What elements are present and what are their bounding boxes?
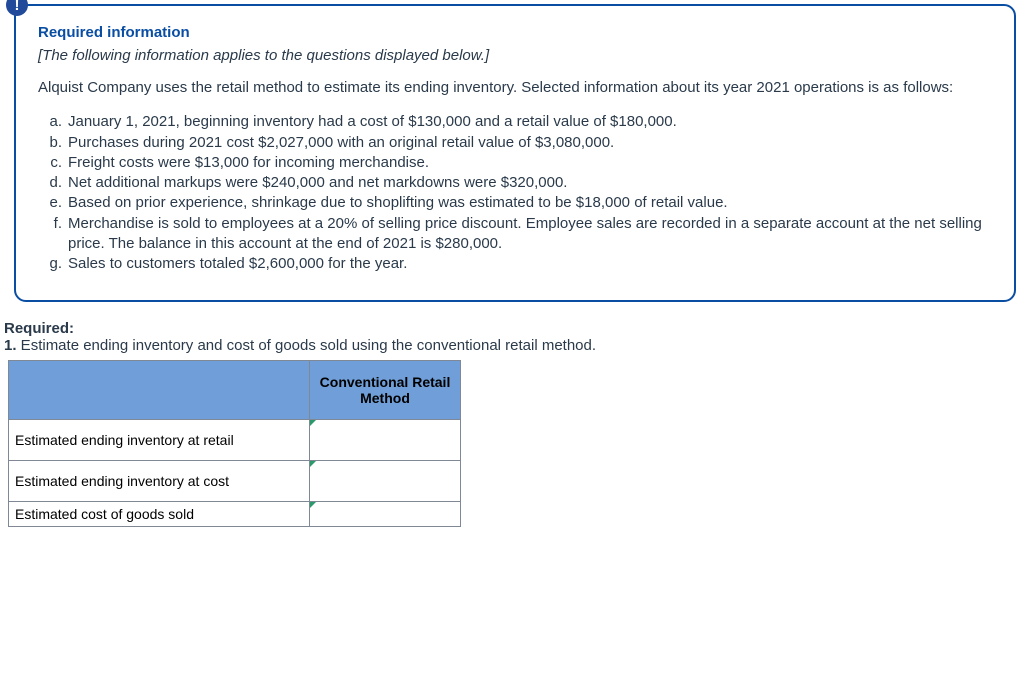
- list-item: a.January 1, 2021, beginning inventory h…: [40, 112, 992, 132]
- question-text: Estimate ending inventory and cost of go…: [17, 337, 597, 354]
- facts-list: a.January 1, 2021, beginning inventory h…: [40, 112, 992, 274]
- required-label: Required:: [4, 320, 1028, 337]
- item-text: Based on prior experience, shrinkage due…: [68, 193, 728, 213]
- item-marker: a.: [40, 112, 68, 132]
- list-item: e.Based on prior experience, shrinkage d…: [40, 193, 992, 213]
- row-label-cogs: Estimated cost of goods sold: [9, 502, 310, 527]
- input-ending-inventory-retail[interactable]: [310, 430, 460, 450]
- question-1: 1. Estimate ending inventory and cost of…: [4, 337, 1028, 354]
- item-text: Net additional markups were $240,000 and…: [68, 173, 567, 193]
- intro-paragraph: Alquist Company uses the retail method t…: [38, 78, 992, 98]
- item-marker: d.: [40, 173, 68, 193]
- item-text: Freight costs were $13,000 for incoming …: [68, 153, 429, 173]
- applies-note: [The following information applies to th…: [38, 47, 992, 64]
- input-cogs[interactable]: [310, 504, 460, 524]
- row-label-ending-inventory-cost: Estimated ending inventory at cost: [9, 461, 310, 502]
- answer-table: Conventional Retail Method Estimated end…: [8, 360, 461, 527]
- required-block: Required: 1. Estimate ending inventory a…: [4, 320, 1028, 527]
- required-info-heading: Required information: [38, 24, 992, 41]
- item-text: Sales to customers totaled $2,600,000 fo…: [68, 254, 407, 274]
- input-ending-inventory-cost[interactable]: [310, 471, 460, 491]
- list-item: c.Freight costs were $13,000 for incomin…: [40, 153, 992, 173]
- item-text: January 1, 2021, beginning inventory had…: [68, 112, 677, 132]
- list-item: f.Merchandise is sold to employees at a …: [40, 214, 992, 255]
- item-text: Merchandise is sold to employees at a 20…: [68, 214, 992, 255]
- column-header-method: Conventional Retail Method: [310, 361, 461, 420]
- item-marker: b.: [40, 133, 68, 153]
- item-marker: g.: [40, 254, 68, 274]
- question-number: 1.: [4, 337, 17, 354]
- item-marker: c.: [40, 153, 68, 173]
- list-item: b.Purchases during 2021 cost $2,027,000 …: [40, 133, 992, 153]
- blank-header-cell: [9, 361, 310, 420]
- item-marker: e.: [40, 193, 68, 213]
- row-label-ending-inventory-retail: Estimated ending inventory at retail: [9, 420, 310, 461]
- required-information-box: ! Required information [The following in…: [14, 4, 1016, 302]
- item-text: Purchases during 2021 cost $2,027,000 wi…: [68, 133, 614, 153]
- list-item: g.Sales to customers totaled $2,600,000 …: [40, 254, 992, 274]
- list-item: d.Net additional markups were $240,000 a…: [40, 173, 992, 193]
- info-badge-icon: !: [6, 0, 28, 16]
- item-marker: f.: [40, 214, 68, 255]
